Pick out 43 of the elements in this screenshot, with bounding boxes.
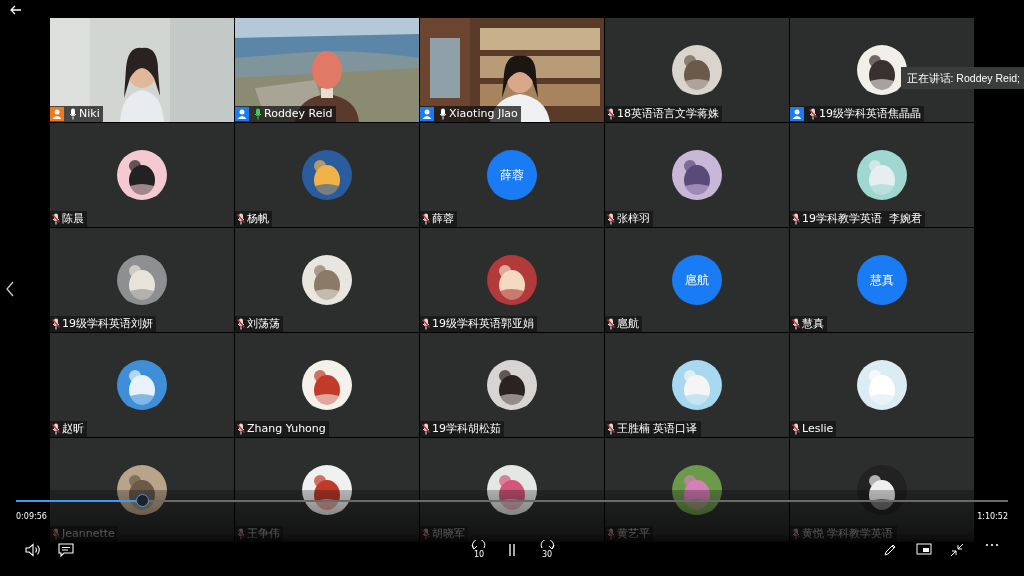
participant-name: 刘荡荡 <box>247 317 280 331</box>
participant-name: 18英语语言文学蒋姝 <box>617 107 719 121</box>
speaking-tooltip: 正在讲话: Roddey Reid; <box>900 67 1024 89</box>
volume-icon[interactable] <box>25 543 41 557</box>
forward-button[interactable]: 30 <box>536 540 558 562</box>
participant-name: 王胜楠 英语口译 <box>617 422 698 436</box>
participant-name: 胡晓军 <box>432 527 465 541</box>
participant-name: 19学科胡松茹 <box>432 422 501 436</box>
more-icon[interactable] <box>985 543 999 547</box>
participant-name: 陈晨 <box>62 212 84 226</box>
captions-icon[interactable] <box>58 543 74 557</box>
participant-name: Leslie <box>802 422 834 436</box>
participant-name: Jeannette <box>62 527 115 541</box>
back-arrow-icon[interactable] <box>10 5 22 15</box>
participant-name: 扈航 <box>617 317 639 331</box>
participant-name: 张梓羽 <box>617 212 650 226</box>
participant-name: 王争伟 <box>247 527 280 541</box>
participant-name: Roddey Reid <box>264 107 333 121</box>
participant-name: Niki <box>79 107 100 121</box>
participant-name: 19级学科英语刘妍 <box>62 317 153 331</box>
participant-name: 赵昕 <box>62 422 84 436</box>
participant-name: 杨帆 <box>247 212 269 226</box>
rewind-icon <box>471 540 487 550</box>
pen-icon[interactable] <box>883 543 897 557</box>
avatar-initials: 慧真 <box>857 255 907 305</box>
rewind-button[interactable]: 10 <box>468 540 490 562</box>
pause-icon[interactable] <box>507 543 517 557</box>
avatar-initials: 扈航 <box>672 255 722 305</box>
participant-name: 薛蓉 <box>432 212 454 226</box>
participant-name: Xiaoting JIao <box>449 107 518 121</box>
mini-view-icon[interactable] <box>916 543 932 555</box>
previous-page-icon[interactable] <box>6 281 14 297</box>
participant-name: Zhang Yuhong <box>247 422 326 436</box>
forward-icon <box>539 540 555 550</box>
total-duration: 1:10:52 <box>977 512 1008 521</box>
participant-name: 19级学科英语焦晶晶 <box>819 107 921 121</box>
avatar-initials: 薛蓉 <box>487 150 537 200</box>
elapsed-time: 0:09:56 <box>16 512 47 521</box>
participant-name: 19学科教学英语 李婉君 <box>802 212 922 226</box>
collapse-icon[interactable] <box>950 543 964 557</box>
participant-name: 慧真 <box>802 317 824 331</box>
progress-thumb[interactable] <box>135 494 149 507</box>
participant-name: 19级学科英语郭亚娟 <box>432 317 534 331</box>
